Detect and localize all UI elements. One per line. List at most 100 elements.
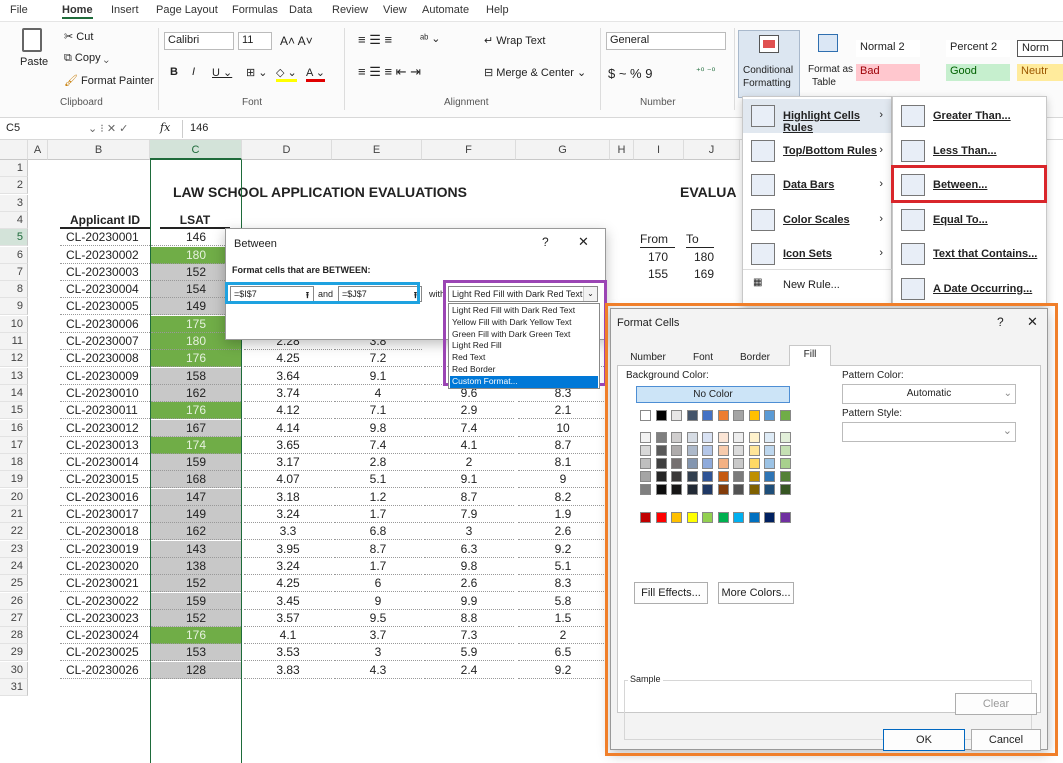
- row-header-13[interactable]: 13: [0, 367, 28, 385]
- lsat-cell[interactable]: 153: [151, 644, 241, 662]
- applicant-id-cell[interactable]: CL-20230015: [60, 471, 150, 489]
- applicant-id-cell[interactable]: CL-20230008: [60, 350, 150, 368]
- column-header-g[interactable]: G: [516, 140, 610, 160]
- tab-data[interactable]: Data: [289, 4, 312, 16]
- wrap-text-button[interactable]: ↵ Wrap Text: [484, 34, 545, 47]
- row-header-14[interactable]: 14: [0, 384, 28, 402]
- font-size-select[interactable]: 11: [238, 32, 272, 50]
- column-header-f[interactable]: F: [422, 140, 516, 160]
- cell-style-bad[interactable]: Bad: [856, 64, 920, 81]
- row-header-21[interactable]: 21: [0, 506, 28, 523]
- score-cell[interactable]: 1.5: [518, 610, 608, 627]
- applicant-id-cell[interactable]: CL-20230023: [60, 610, 150, 627]
- tab-view[interactable]: View: [383, 4, 407, 16]
- score-cell[interactable]: 3.17: [244, 454, 332, 472]
- copy-button[interactable]: ⧉ Copy ⌄: [64, 52, 109, 65]
- format-option[interactable]: Red Border: [450, 364, 598, 376]
- tab-formulas[interactable]: Formulas: [232, 4, 278, 16]
- number-format-buttons[interactable]: $ ~ % 9: [608, 66, 652, 81]
- row-header-19[interactable]: 19: [0, 471, 28, 489]
- lsat-cell[interactable]: 128: [151, 661, 241, 679]
- close-icon[interactable]: ✕: [578, 234, 589, 250]
- score-cell[interactable]: 3.7: [334, 627, 422, 645]
- fx-icon[interactable]: fx: [160, 121, 170, 134]
- cell-style-percent-2[interactable]: Percent 2: [946, 40, 1010, 57]
- score-cell[interactable]: 9: [518, 471, 608, 489]
- cell-style-neutr[interactable]: Neutr: [1017, 64, 1063, 81]
- score-cell[interactable]: 2.1: [518, 402, 608, 420]
- score-cell[interactable]: 6.5: [518, 644, 608, 662]
- score-cell[interactable]: 1.9: [518, 506, 608, 523]
- row-header-9[interactable]: 9: [0, 298, 28, 316]
- format-option[interactable]: Red Text: [450, 352, 598, 364]
- score-cell[interactable]: 1.7: [334, 506, 422, 523]
- applicant-id-cell[interactable]: CL-20230016: [60, 489, 150, 506]
- score-cell[interactable]: 3.95: [244, 541, 332, 558]
- borders-icon[interactable]: ⊞ ⌄: [246, 66, 268, 79]
- column-header-h[interactable]: H: [610, 140, 634, 160]
- score-cell[interactable]: 7.4: [334, 437, 422, 454]
- lsat-cell[interactable]: 138: [151, 557, 241, 575]
- align-top-icons[interactable]: ≡ ☰ ≡: [358, 32, 392, 48]
- row-header-24[interactable]: 24: [0, 557, 28, 575]
- score-cell[interactable]: 3.74: [244, 385, 332, 402]
- score-cell[interactable]: 4.12: [244, 402, 332, 420]
- score-cell[interactable]: 9.1: [334, 368, 422, 385]
- lsat-cell[interactable]: 162: [151, 523, 241, 541]
- applicant-id-cell[interactable]: CL-20230020: [60, 558, 150, 575]
- name-box[interactable]: C5: [6, 122, 20, 134]
- score-cell[interactable]: 3: [334, 644, 422, 662]
- score-cell[interactable]: 8.1: [518, 454, 608, 472]
- column-header-b[interactable]: B: [48, 140, 150, 160]
- formula-input[interactable]: 146: [190, 122, 208, 134]
- font-name-select[interactable]: Calibri: [164, 32, 234, 50]
- format-option[interactable]: Yellow Fill with Dark Yellow Text: [450, 317, 598, 329]
- score-cell[interactable]: 2: [424, 454, 514, 472]
- font-grow-shrink-icon[interactable]: A˄ A˅: [280, 34, 313, 48]
- paste-icon[interactable]: [22, 28, 42, 52]
- row-header-2[interactable]: 2: [0, 177, 28, 195]
- score-cell[interactable]: 5.1: [518, 558, 608, 575]
- hcr-menu-item[interactable]: A Date Occurring...: [893, 272, 1046, 306]
- hcr-menu-item[interactable]: Text that Contains...: [893, 237, 1046, 271]
- score-cell[interactable]: 6.3: [424, 541, 514, 558]
- score-cell[interactable]: 9.5: [334, 610, 422, 627]
- row-header-16[interactable]: 16: [0, 419, 28, 437]
- score-cell[interactable]: 2.6: [424, 575, 514, 593]
- merge-center-button[interactable]: ⊟ Merge & Center ⌄: [484, 66, 586, 79]
- hcr-menu-item[interactable]: Less Than...: [893, 134, 1046, 168]
- cf-menu-item[interactable]: Highlight Cells Rules ›: [743, 99, 891, 134]
- tab-insert[interactable]: Insert: [111, 4, 139, 16]
- lsat-cell[interactable]: 149: [151, 506, 241, 523]
- lsat-cell[interactable]: 159: [151, 592, 241, 610]
- score-cell[interactable]: 6: [334, 575, 422, 593]
- row-header-22[interactable]: 22: [0, 523, 28, 541]
- column-header-c[interactable]: C: [150, 140, 242, 160]
- lsat-cell[interactable]: 152: [151, 575, 241, 593]
- score-cell[interactable]: 4.14: [244, 420, 332, 437]
- cell-style-norm[interactable]: Norm: [1017, 40, 1063, 57]
- cf-menu-item[interactable]: Top/Bottom Rules ›: [743, 134, 891, 168]
- tab-page-layout[interactable]: Page Layout: [156, 4, 218, 16]
- score-cell[interactable]: 2.6: [518, 523, 608, 541]
- applicant-id-cell[interactable]: CL-20230002: [60, 247, 150, 264]
- score-cell[interactable]: 4.3: [334, 662, 422, 679]
- score-cell[interactable]: 8.2: [518, 489, 608, 506]
- applicant-id-cell[interactable]: CL-20230011: [60, 402, 150, 420]
- help-button[interactable]: ?: [542, 235, 549, 249]
- score-cell[interactable]: 5.9: [424, 644, 514, 662]
- score-cell[interactable]: 9: [334, 593, 422, 610]
- row-header-17[interactable]: 17: [0, 436, 28, 454]
- lsat-cell[interactable]: 176: [151, 350, 241, 368]
- score-cell[interactable]: 3.65: [244, 437, 332, 454]
- score-cell[interactable]: 3.18: [244, 489, 332, 506]
- row-header-5[interactable]: 5: [0, 229, 28, 247]
- score-cell[interactable]: 6.8: [334, 523, 422, 541]
- format-option[interactable]: Green Fill with Dark Green Text: [450, 329, 598, 341]
- column-header-i[interactable]: I: [634, 140, 684, 160]
- row-header-8[interactable]: 8: [0, 281, 28, 299]
- row-header-28[interactable]: 28: [0, 627, 28, 645]
- score-cell[interactable]: 7.4: [424, 420, 514, 437]
- lsat-cell[interactable]: 158: [151, 367, 241, 385]
- row-header-23[interactable]: 23: [0, 540, 28, 558]
